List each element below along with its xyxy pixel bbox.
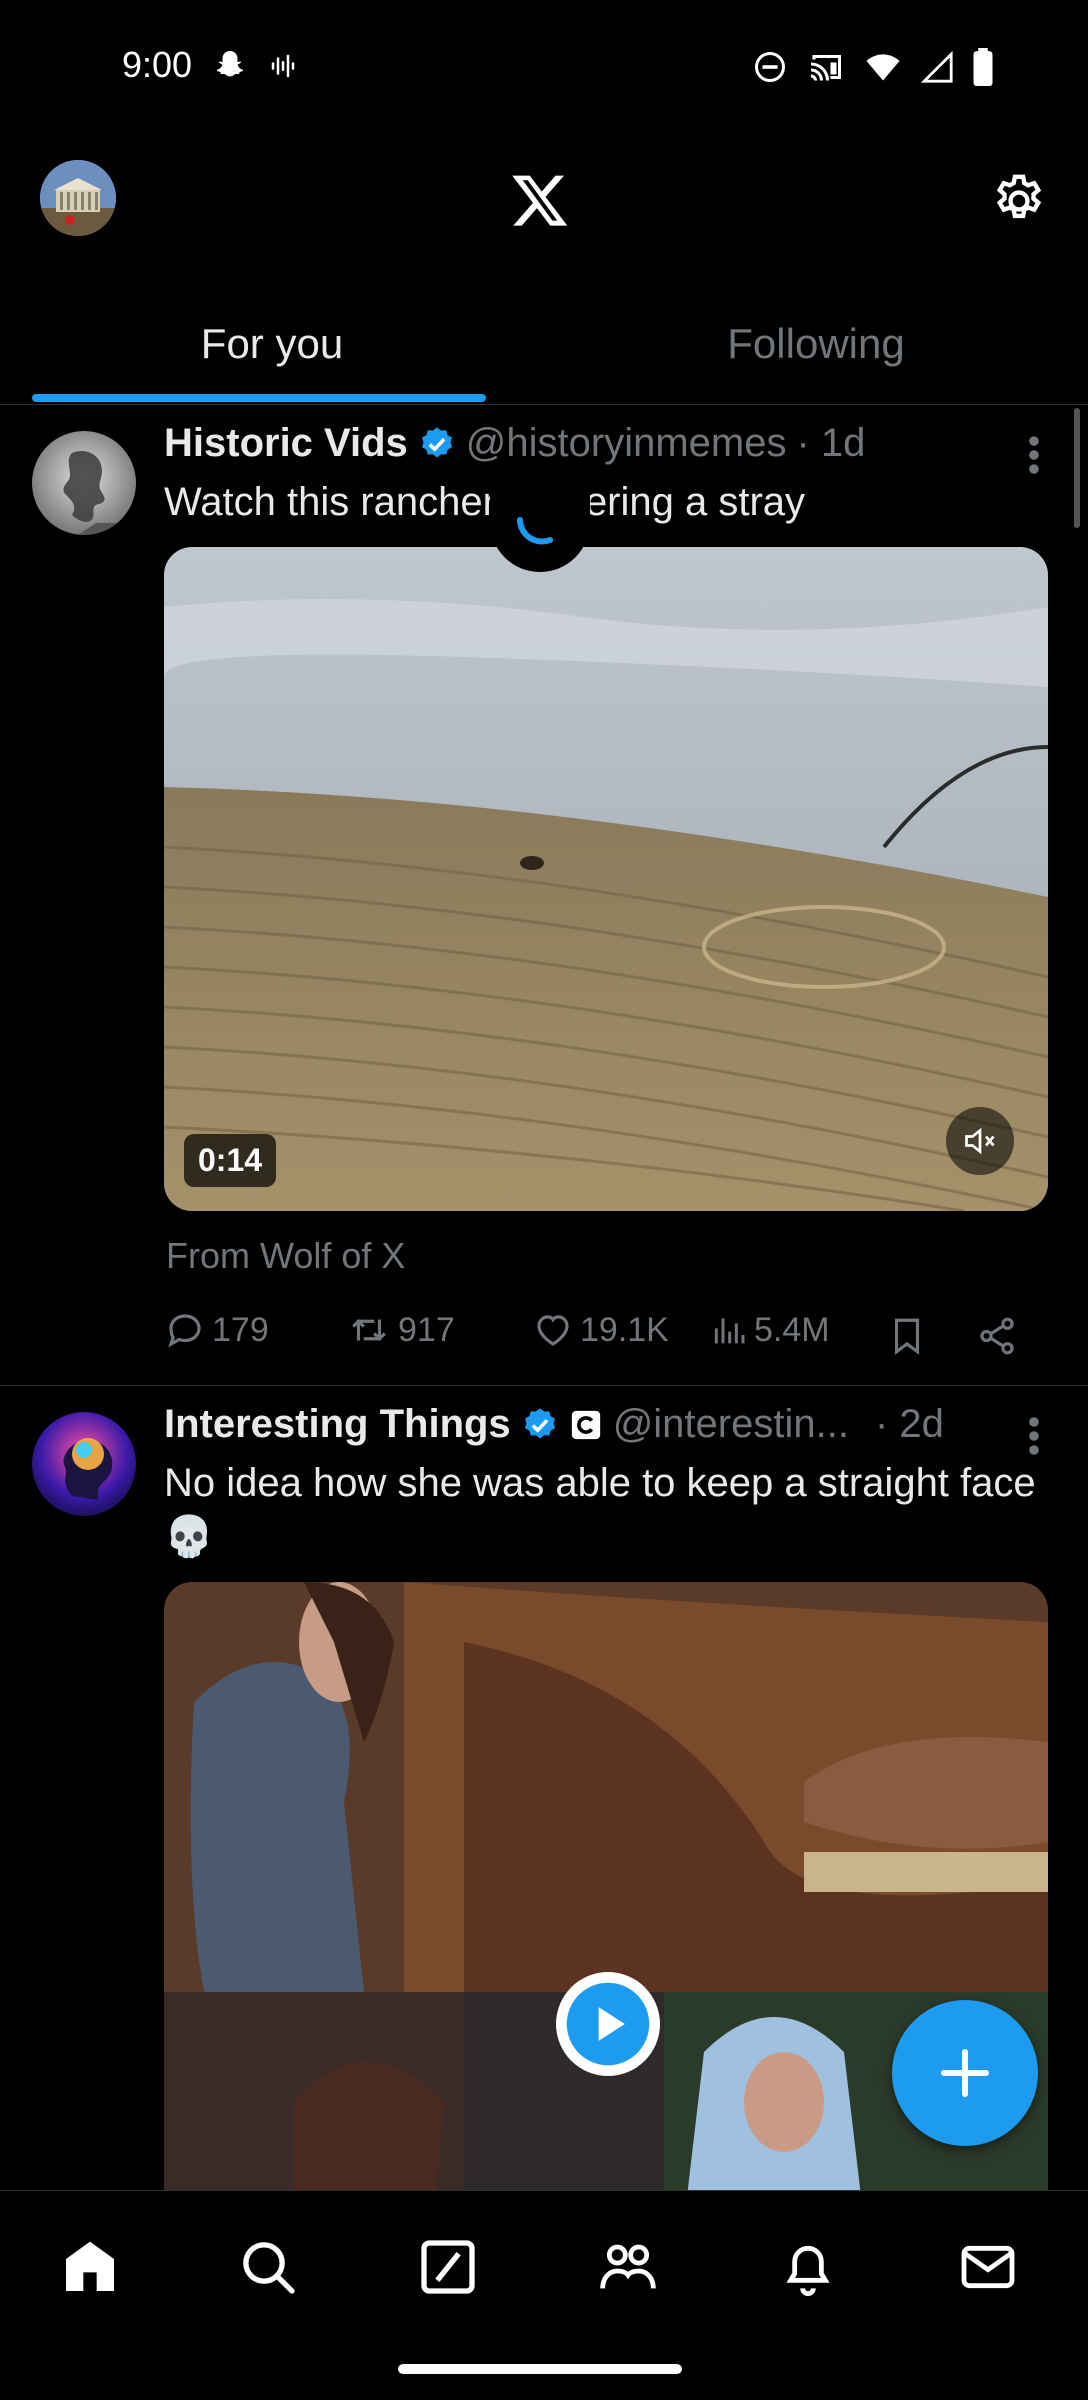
tab-for-you[interactable]: For you	[0, 290, 544, 404]
audio-waveform-icon	[271, 54, 295, 78]
signal-icon	[920, 50, 953, 83]
home-icon[interactable]	[58, 2235, 122, 2299]
bookmark-icon[interactable]	[886, 1315, 928, 1357]
status-right-icons	[752, 48, 994, 86]
tweet-author-name[interactable]: Interesting Things	[164, 1402, 511, 1447]
home-indicator[interactable]	[398, 2364, 682, 2374]
heart-icon	[537, 1315, 569, 1346]
more-options-icon[interactable]	[1028, 1416, 1040, 1456]
tweet-author-handle[interactable]: @historyinmemes	[466, 421, 787, 466]
snapchat-icon	[216, 51, 244, 77]
loading-icon	[517, 517, 553, 545]
repost-button[interactable]: 917	[346, 1309, 455, 1351]
views-button[interactable]: 5.4M	[708, 1309, 830, 1351]
tab-following-label: Following	[727, 320, 905, 367]
status-time: 9:00	[122, 44, 193, 85]
messages-icon[interactable]	[956, 2235, 1020, 2299]
battery-icon	[973, 48, 993, 86]
play-button[interactable]	[556, 1972, 660, 2076]
more-options-icon[interactable]	[1028, 435, 1040, 475]
tweet-source[interactable]: From Wolf of X	[166, 1235, 405, 1277]
repost-icon	[352, 1319, 386, 1341]
reply-icon	[168, 1314, 201, 1348]
communities-icon[interactable]	[596, 2235, 660, 2299]
tab-for-you-label: For you	[200, 320, 344, 367]
status-left-icons	[212, 48, 298, 84]
reply-count: 179	[212, 1310, 269, 1349]
profile-avatar[interactable]	[40, 160, 116, 236]
tweet-header: Interesting Things @interestin... · 2d	[164, 1402, 944, 1447]
video-frame	[164, 547, 1048, 1211]
repost-count: 917	[398, 1310, 455, 1349]
tweet-author-name[interactable]: Historic Vids	[164, 421, 408, 466]
mute-button[interactable]	[946, 1107, 1014, 1175]
reply-button[interactable]: 179	[164, 1309, 269, 1351]
status-bar: 9:00	[0, 0, 1088, 140]
plus-icon	[940, 2048, 990, 2098]
wifi-icon	[866, 54, 900, 81]
refresh-spinner	[490, 480, 590, 572]
tweet-text: No idea how she was able to keep a strai…	[164, 1461, 1036, 1559]
video-duration: 0:14	[184, 1134, 277, 1187]
tweet-text: Watch this rancher gathering a stray	[164, 480, 806, 524]
tweet-timestamp: · 1d	[796, 421, 866, 465]
tweet-video[interactable]: 0:14	[164, 547, 1048, 1211]
active-tab-indicator	[32, 394, 486, 402]
tweet-author-avatar[interactable]	[32, 431, 136, 535]
tweet-timestamp: · 2d	[874, 1402, 944, 1446]
search-icon[interactable]	[236, 2235, 300, 2299]
x-logo-icon[interactable]	[510, 170, 570, 230]
view-count: 5.4M	[754, 1310, 830, 1349]
cast-icon	[810, 55, 841, 81]
analytics-icon	[714, 1318, 745, 1344]
tweet-author-avatar[interactable]	[32, 1412, 136, 1516]
tweet-actions: 179 917 19.1K 5.4M	[164, 1309, 1024, 1369]
notifications-icon[interactable]	[776, 2235, 840, 2299]
verified-badge-icon	[421, 426, 452, 457]
verified-badge-icon	[524, 1407, 555, 1438]
like-button[interactable]: 19.1K	[532, 1309, 669, 1351]
grok-icon[interactable]	[416, 2235, 480, 2299]
gear-icon[interactable]	[990, 172, 1048, 230]
share-icon[interactable]	[976, 1315, 1018, 1357]
tweet-author-handle[interactable]: @interestin...	[613, 1402, 849, 1447]
speaker-muted-icon	[965, 1127, 995, 1155]
do-not-disturb-icon	[755, 52, 785, 82]
tweet-header: Historic Vids @historyinmemes · 1d	[164, 421, 865, 466]
timeline-tabs: For you Following	[0, 290, 1088, 405]
tab-following[interactable]: Following	[544, 290, 1088, 404]
affiliate-badge-icon	[571, 1410, 600, 1439]
compose-button[interactable]	[892, 2000, 1038, 2146]
play-icon	[566, 1982, 650, 2066]
top-header	[0, 160, 1088, 250]
like-count: 19.1K	[580, 1310, 669, 1349]
